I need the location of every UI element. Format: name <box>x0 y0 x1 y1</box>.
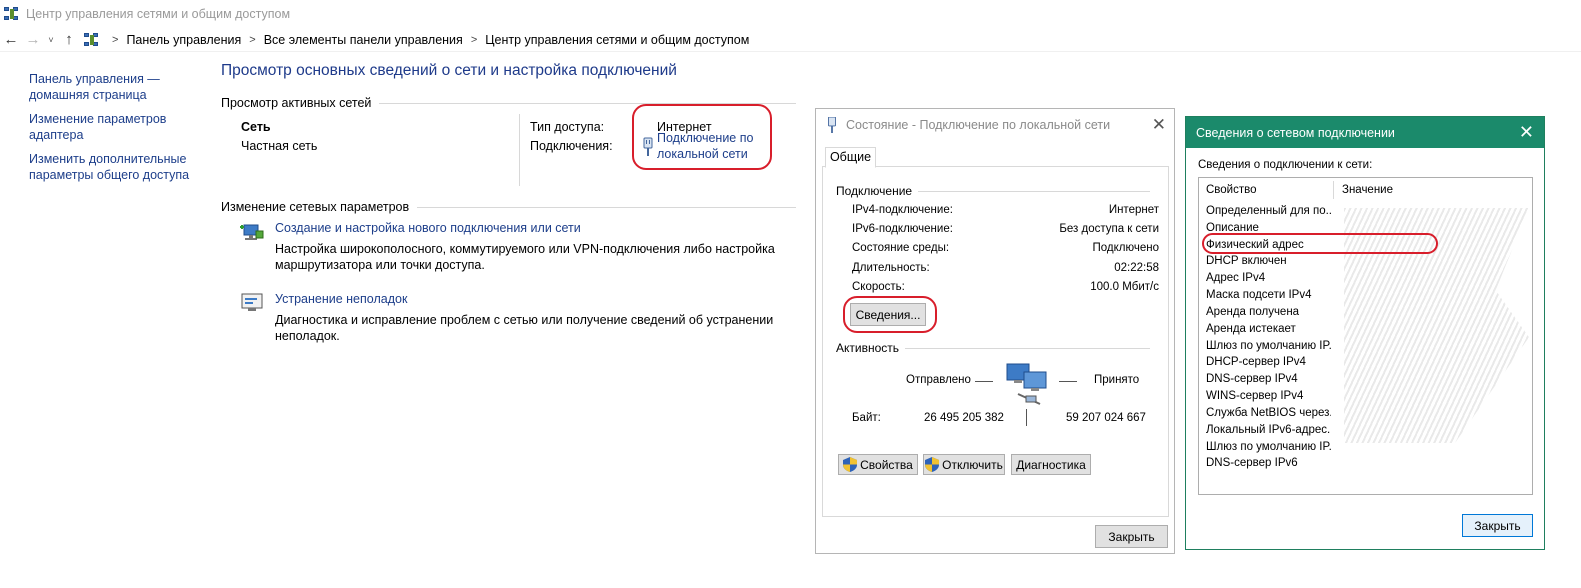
list-item[interactable]: DHCP-сервер IPv4 <box>1206 356 1331 368</box>
forward-arrow-icon[interactable]: → <box>22 31 44 48</box>
status-row: Состояние среды: Подключено <box>852 242 1159 254</box>
details-list-header: Свойство Значение <box>1199 178 1532 200</box>
details-list[interactable]: Свойство Значение Определенный для по...… <box>1198 177 1533 495</box>
window-titlebar: Центр управления сетями и общим доступом <box>0 0 1581 27</box>
list-item[interactable]: Определенный для по... <box>1206 205 1331 217</box>
list-item[interactable]: DHCP включен <box>1206 255 1331 267</box>
recent-locations-chevron-icon[interactable]: ˅ <box>44 35 58 45</box>
up-arrow-icon[interactable]: ↑ <box>58 31 80 48</box>
network-center-icon <box>4 6 20 22</box>
active-network-panel: Сеть Частная сеть Тип доступа: Интернет … <box>221 104 796 200</box>
list-item[interactable]: DNS-сервер IPv6 <box>1206 457 1331 469</box>
network-activity-icon <box>1006 363 1047 405</box>
breadcrumb-separator-icon: > <box>112 33 119 46</box>
sent-line <box>975 381 993 382</box>
ethernet-plug-icon <box>828 117 836 133</box>
breadcrumb-item-control-panel[interactable]: Панель управления <box>126 33 241 47</box>
properties-button[interactable]: Свойства <box>838 454 918 475</box>
status-row: IPv6-подключение: Без доступа к сети <box>852 223 1159 235</box>
column-value[interactable]: Значение <box>1342 184 1393 196</box>
location-network-icon <box>84 32 100 48</box>
connection-group-header: Подключение <box>836 184 1150 198</box>
left-navigation: Панель управления — домашняя страница Из… <box>29 72 209 192</box>
breadcrumb-item-all-items[interactable]: Все элементы панели управления <box>264 33 463 47</box>
task-troubleshoot-link[interactable]: Устранение неполадок <box>275 292 407 306</box>
breadcrumb-separator-icon: > <box>249 33 256 46</box>
address-bar: ← → ˅ ↑ > Панель управления > Все элемен… <box>0 28 1581 52</box>
bytes-label: Байт: <box>852 412 881 424</box>
close-icon[interactable]: ✕ <box>1152 115 1166 135</box>
bytes-divider <box>1026 409 1027 426</box>
status-row: IPv4-подключение: Интернет <box>852 204 1159 216</box>
task-new-connection-desc: Настройка широкополосного, коммутируемог… <box>275 242 775 272</box>
list-item[interactable]: Маска подсети IPv4 <box>1206 289 1331 301</box>
highlight-details-circle <box>843 296 937 333</box>
bytes-received-value: 59 207 024 667 <box>1066 412 1146 424</box>
connections-label: Подключения: <box>530 139 613 153</box>
list-item[interactable]: WINS-сервер IPv4 <box>1206 390 1331 402</box>
network-divider <box>519 114 520 186</box>
details-subtitle: Сведения о подключении к сети: <box>1198 159 1373 171</box>
change-settings-header: Изменение сетевых параметров <box>221 200 796 214</box>
status-row: Скорость: 100.0 Мбит/с <box>852 281 1159 293</box>
breadcrumb: > Панель управления > Все элементы панел… <box>104 33 749 47</box>
tab-general[interactable]: Общие <box>825 147 876 168</box>
bytes-sent-value: 26 495 205 382 <box>924 412 1004 424</box>
details-dialog: Сведения о сетевом подключении ✕ Сведени… <box>1185 116 1545 550</box>
highlight-connection-circle <box>632 104 772 170</box>
network-type: Частная сеть <box>241 139 318 153</box>
status-dialog-titlebar: Состояние - Подключение по локальной сет… <box>816 109 1174 141</box>
close-button[interactable]: Закрыть <box>1095 525 1168 548</box>
troubleshoot-icon <box>241 293 263 311</box>
diagnose-button[interactable]: Диагностика <box>1011 454 1091 475</box>
received-label: Принято <box>1094 374 1140 386</box>
activity-group-header: Активность <box>836 341 1150 355</box>
list-item[interactable]: Шлюз по умолчанию IP... <box>1206 441 1331 453</box>
back-arrow-icon[interactable]: ← <box>0 31 22 48</box>
close-icon[interactable]: ✕ <box>1519 122 1534 143</box>
task-troubleshoot-desc: Диагностика и исправление проблем с сеть… <box>275 313 774 343</box>
breadcrumb-item-network-center[interactable]: Центр управления сетями и общим доступом <box>485 33 749 47</box>
nav-change-adapter-settings[interactable]: Изменение параметров адаптера <box>29 112 169 143</box>
list-item[interactable]: Служба NetBIOS через... <box>1206 407 1331 419</box>
nav-advanced-sharing-settings[interactable]: Изменить дополнительные параметры общего… <box>29 152 194 183</box>
disable-button[interactable]: Отключить <box>923 454 1005 475</box>
nav-control-panel-home[interactable]: Панель управления — домашняя страница <box>29 72 169 103</box>
highlight-physical-address-circle <box>1202 233 1438 254</box>
list-item[interactable]: Адрес IPv4 <box>1206 272 1331 284</box>
sent-label: Отправлено <box>906 374 971 386</box>
new-connection-icon <box>240 224 264 240</box>
status-dialog: Состояние - Подключение по локальной сет… <box>815 108 1175 554</box>
received-line <box>1059 381 1077 382</box>
network-name: Сеть <box>241 120 271 134</box>
list-item[interactable]: Шлюз по умолчанию IP... <box>1206 340 1331 352</box>
column-separator[interactable] <box>1333 181 1334 199</box>
task-new-connection-link[interactable]: Создание и настройка нового подключения … <box>275 221 581 235</box>
breadcrumb-separator-icon: > <box>470 33 478 46</box>
list-item[interactable]: DNS-сервер IPv4 <box>1206 373 1331 385</box>
status-row: Длительность: 02:22:58 <box>852 262 1159 274</box>
column-property[interactable]: Свойство <box>1206 184 1257 196</box>
list-item[interactable]: Локальный IPv6-адрес... <box>1206 424 1331 436</box>
close-button[interactable]: Закрыть <box>1462 514 1533 537</box>
details-dialog-title: Сведения о сетевом подключении <box>1196 125 1395 140</box>
access-type-label: Тип доступа: <box>530 120 605 134</box>
list-item[interactable]: Аренда получена <box>1206 306 1331 318</box>
main-content: Просмотр основных сведений о сети и наст… <box>221 60 796 343</box>
uac-shield-icon <box>843 457 858 472</box>
window-title: Центр управления сетями и общим доступом <box>26 6 291 21</box>
details-dialog-titlebar: Сведения о сетевом подключении <box>1186 117 1544 148</box>
status-dialog-title: Состояние - Подключение по локальной сет… <box>846 118 1111 132</box>
page-title: Просмотр основных сведений о сети и наст… <box>221 62 677 79</box>
uac-shield-icon <box>925 457 940 472</box>
list-item[interactable]: Аренда истекает <box>1206 323 1331 335</box>
